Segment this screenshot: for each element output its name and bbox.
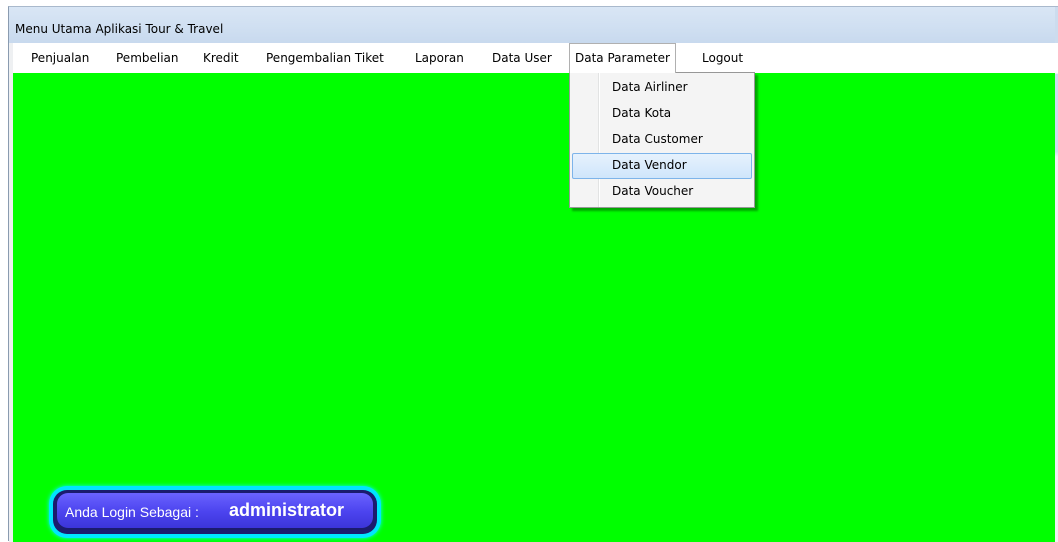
login-badge-face: Anda Login Sebagai : administrator: [57, 493, 373, 528]
menu-data-user[interactable]: Data User: [487, 43, 557, 73]
menu-pembelian[interactable]: Pembelian: [111, 43, 184, 73]
login-badge-border: Anda Login Sebagai : administrator: [53, 490, 377, 534]
window-title: Menu Utama Aplikasi Tour & Travel: [15, 22, 224, 36]
dropdown-item-data-customer[interactable]: Data Customer: [572, 127, 752, 153]
dropdown-item-data-kota[interactable]: Data Kota: [572, 101, 752, 127]
content-area: [13, 73, 1055, 542]
login-status-badge: Anda Login Sebagai : administrator: [49, 486, 381, 538]
login-username: administrator: [229, 500, 345, 520]
dropdown-item-data-airliner[interactable]: Data Airliner: [572, 75, 752, 101]
menu-logout[interactable]: Logout: [697, 43, 748, 73]
menu-penjualan[interactable]: Penjualan: [26, 43, 94, 73]
data-parameter-dropdown: Data Airliner Data Kota Data Customer Da…: [569, 72, 755, 208]
dropdown-item-data-voucher[interactable]: Data Voucher: [572, 179, 752, 205]
menu-laporan[interactable]: Laporan: [410, 43, 469, 73]
menu-pengembalian-tiket[interactable]: Pengembalian Tiket: [261, 43, 389, 73]
main-window: Menu Utama Aplikasi Tour & Travel Penjua…: [8, 6, 1058, 542]
dropdown-item-data-vendor[interactable]: Data Vendor: [572, 153, 752, 179]
menu-data-parameter[interactable]: Data Parameter: [569, 43, 676, 73]
menu-bar: Penjualan Pembelian Kredit Pengembalian …: [13, 43, 1058, 74]
title-bar[interactable]: Menu Utama Aplikasi Tour & Travel: [9, 7, 1058, 43]
menu-kredit[interactable]: Kredit: [198, 43, 244, 73]
login-label: Anda Login Sebagai :: [65, 504, 199, 520]
